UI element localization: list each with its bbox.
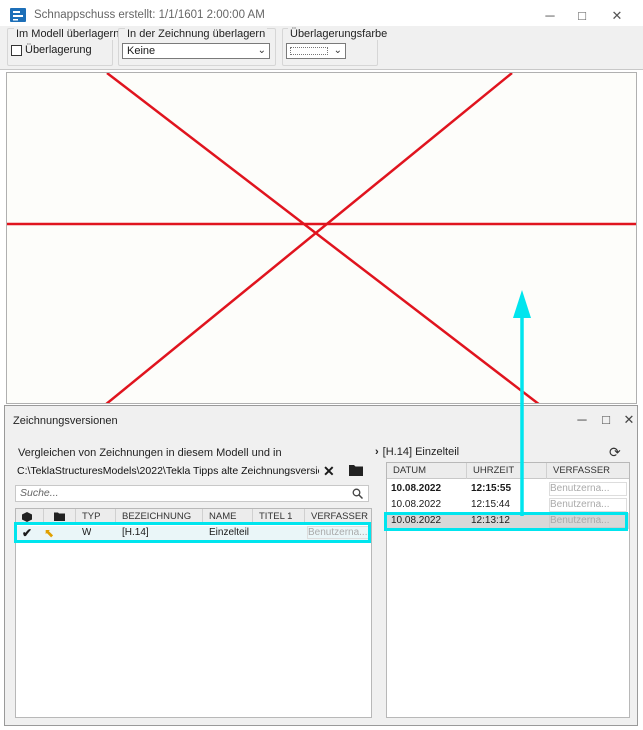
model-path-field[interactable]: C:\TeklaStructuresModels\2022\Tekla Tipp…: [17, 463, 319, 479]
chevron-down-icon: ⌄: [257, 45, 266, 56]
search-icon[interactable]: [352, 488, 363, 499]
panel-maximize-button[interactable]: □: [597, 411, 615, 429]
cell-datum: 10.08.2022: [391, 499, 442, 510]
cell-uhrzeit: 12:15:44: [471, 499, 510, 510]
compare-label: Vergleichen von Zeichnungen in diesem Mo…: [18, 447, 282, 459]
drawing-view: [7, 73, 636, 403]
overlay-checkbox[interactable]: [11, 45, 22, 56]
cell-datum: 10.08.2022: [391, 483, 442, 494]
search-input[interactable]: Suche...: [15, 485, 369, 502]
folder-icon[interactable]: [349, 464, 363, 476]
refresh-icon[interactable]: ⟳: [609, 444, 621, 461]
panel-minimize-button[interactable]: ─: [573, 411, 591, 429]
maximize-button[interactable]: □: [568, 6, 596, 26]
overlay-checkbox-label: Überlagerung: [25, 44, 92, 56]
clear-path-icon[interactable]: ✕: [323, 463, 335, 479]
model-overlay-label: Im Modell überlagern: [14, 28, 122, 40]
chevron-down-icon: ⌄: [333, 45, 342, 56]
close-button[interactable]: ✕: [603, 6, 631, 26]
search-placeholder: Suche...: [20, 487, 59, 499]
window-title: Schnappschuss erstellt: 1/1/1601 2:00:00…: [34, 9, 265, 21]
selected-drawing-heading[interactable]: › [H.14] Einzelteil: [375, 446, 459, 458]
minimize-button[interactable]: ─: [536, 6, 564, 26]
cross-line-diagonal-2: [105, 73, 513, 403]
column-verfasser[interactable]: VERFASSER: [547, 463, 629, 479]
selected-drawing-label: [H.14] Einzelteil: [382, 446, 460, 458]
app-icon: [10, 8, 26, 22]
cross-line-diagonal-1: [106, 73, 540, 403]
drawing-versions-panel: Zeichnungsversionen ─ □ ✕ Vergleichen vo…: [4, 405, 638, 726]
model-overlay-group: Im Modell überlagern Überlagerung: [7, 28, 122, 66]
overlay-color-group: Überlagerungsfarbe ⌄: [282, 28, 390, 66]
column-datum[interactable]: DATUM: [387, 463, 467, 479]
drawing-canvas[interactable]: [6, 72, 637, 404]
drawing-overlay-label: In der Zeichnung überlagern: [125, 28, 268, 40]
highlight-drawing-row: [14, 522, 371, 543]
drawing-overlay-select[interactable]: Keine ⌄: [122, 43, 270, 59]
drawing-overlay-group: In der Zeichnung überlagern Keine ⌄: [118, 28, 276, 66]
overlay-color-select[interactable]: ⌄: [286, 43, 346, 59]
panel-close-button[interactable]: ✕: [620, 411, 638, 429]
panel-title: Zeichnungsversionen: [13, 415, 118, 427]
cell-verfasser: Benutzerna...: [549, 482, 627, 496]
chevron-right-icon: ›: [375, 446, 379, 458]
highlight-version-row: [384, 512, 628, 531]
drawing-overlay-value: Keine: [127, 45, 156, 57]
color-swatch: [290, 47, 328, 55]
cell-uhrzeit: 12:15:55: [471, 483, 512, 494]
cell-verfasser: Benutzerna...: [549, 498, 627, 512]
annotation-arrow: [513, 290, 531, 516]
overlay-toolbar: Im Modell überlagern Überlagerung In der…: [0, 26, 643, 70]
overlay-color-label: Überlagerungsfarbe: [288, 28, 390, 40]
